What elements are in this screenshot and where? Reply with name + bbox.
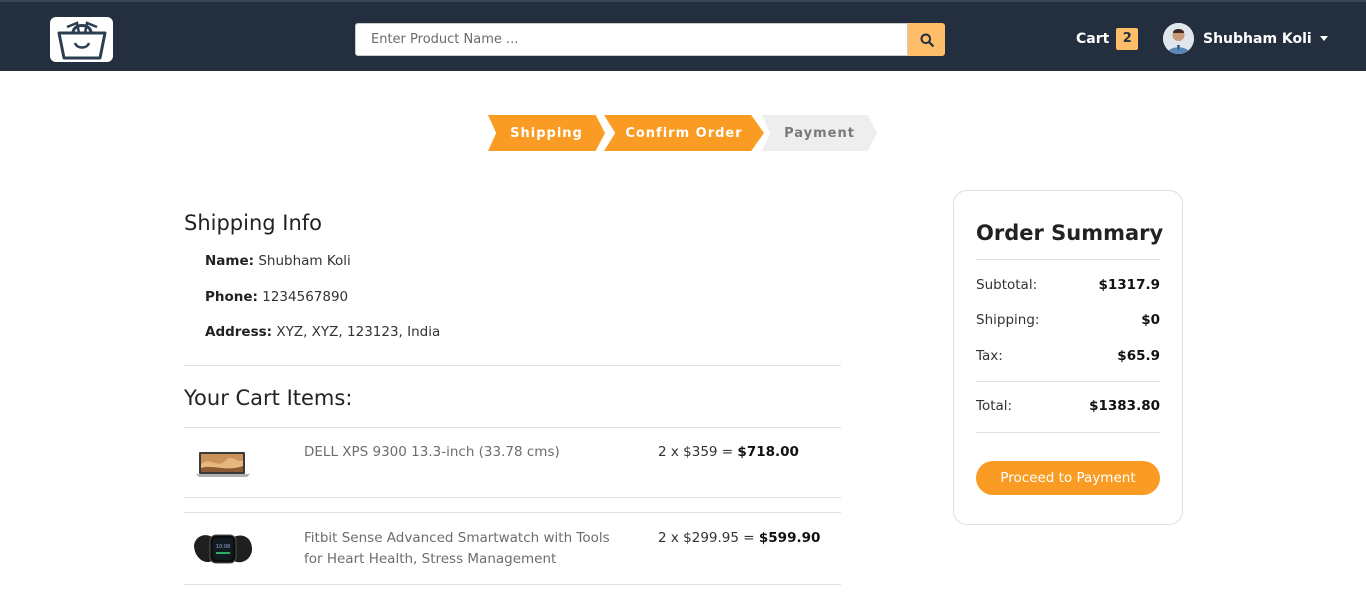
cart-link[interactable]: Cart 2: [1076, 28, 1139, 50]
step-payment: Payment: [762, 115, 877, 151]
cart-count-badge: 2: [1116, 28, 1139, 50]
item-qty-price: 2 x $359 =: [658, 444, 738, 460]
divider: [976, 259, 1160, 260]
name-label: Name:: [205, 253, 255, 269]
cart-item-link[interactable]: Fitbit Sense Advanced Smartwatch with To…: [304, 528, 624, 570]
shipping-row: Shipping: $0: [976, 312, 1160, 328]
search-bar: [355, 23, 945, 56]
divider: [184, 365, 841, 366]
tax-row: Tax: $65.9: [976, 348, 1160, 364]
tax-label: Tax:: [976, 348, 1003, 364]
total-row: Total: $1383.80: [976, 398, 1160, 414]
shipping-value: $0: [1141, 312, 1160, 328]
search-icon: [920, 33, 934, 47]
divider: [184, 584, 841, 585]
step-shipping-label: Shipping: [510, 125, 583, 141]
cart-item-price: 2 x $299.95 = $599.90: [658, 530, 820, 546]
divider: [976, 432, 1160, 433]
address-label: Address:: [205, 324, 273, 340]
subtotal-label: Subtotal:: [976, 277, 1038, 293]
user-menu[interactable]: Shubham Koli: [1163, 23, 1328, 54]
laptop-icon[interactable]: [196, 450, 250, 482]
proceed-to-payment-button[interactable]: Proceed to Payment: [976, 461, 1160, 495]
svg-text:10:08: 10:08: [216, 544, 230, 550]
cart-item-link[interactable]: DELL XPS 9300 13.3-inch (33.78 cms): [304, 442, 624, 463]
avatar: [1163, 23, 1194, 54]
shopping-bag-logo-icon[interactable]: [50, 17, 113, 62]
shipping-name: Name: Shubham Koli: [205, 253, 351, 269]
step-confirm-order-label: Confirm Order: [625, 125, 743, 141]
step-shipping: Shipping: [488, 115, 605, 151]
navbar: Cart 2 Shubham Koli: [0, 0, 1366, 71]
tax-value: $65.9: [1117, 348, 1160, 364]
subtotal-value: $1317.9: [1098, 277, 1161, 293]
divider: [976, 381, 1160, 382]
total-value: $1383.80: [1089, 398, 1160, 414]
shipping-label: Shipping:: [976, 312, 1040, 328]
user-name: Shubham Koli: [1203, 30, 1312, 47]
name-value: Shubham Koli: [258, 253, 351, 269]
address-value: XYZ, XYZ, 123123, India: [276, 324, 441, 340]
total-label: Total:: [976, 398, 1013, 414]
order-summary-title: Order Summary: [976, 221, 1164, 245]
phone-value: 1234567890: [262, 289, 349, 305]
subtotal-row: Subtotal: $1317.9: [976, 277, 1160, 293]
item-qty-price: 2 x $299.95 =: [658, 530, 759, 546]
shipping-address: Address: XYZ, XYZ, 123123, India: [205, 324, 440, 340]
search-input[interactable]: [355, 23, 908, 56]
caret-down-icon: [1319, 36, 1328, 41]
divider: [184, 427, 841, 428]
divider: [184, 497, 841, 498]
step-payment-label: Payment: [784, 125, 855, 141]
smartwatch-icon[interactable]: 10:08: [192, 527, 254, 573]
cart-label: Cart: [1076, 31, 1110, 47]
item-total: $599.90: [758, 530, 821, 546]
cart-items-title: Your Cart Items:: [184, 386, 353, 410]
step-confirm-order: Confirm Order: [604, 115, 764, 151]
phone-label: Phone:: [205, 289, 258, 305]
shipping-phone: Phone: 1234567890: [205, 289, 348, 305]
search-button[interactable]: [908, 23, 945, 56]
order-summary: Order Summary Subtotal: $1317.9 Shipping…: [953, 190, 1183, 525]
shipping-info-title: Shipping Info: [184, 211, 323, 235]
cart-item-price: 2 x $359 = $718.00: [658, 444, 799, 460]
divider: [184, 512, 841, 513]
item-total: $718.00: [737, 444, 799, 460]
